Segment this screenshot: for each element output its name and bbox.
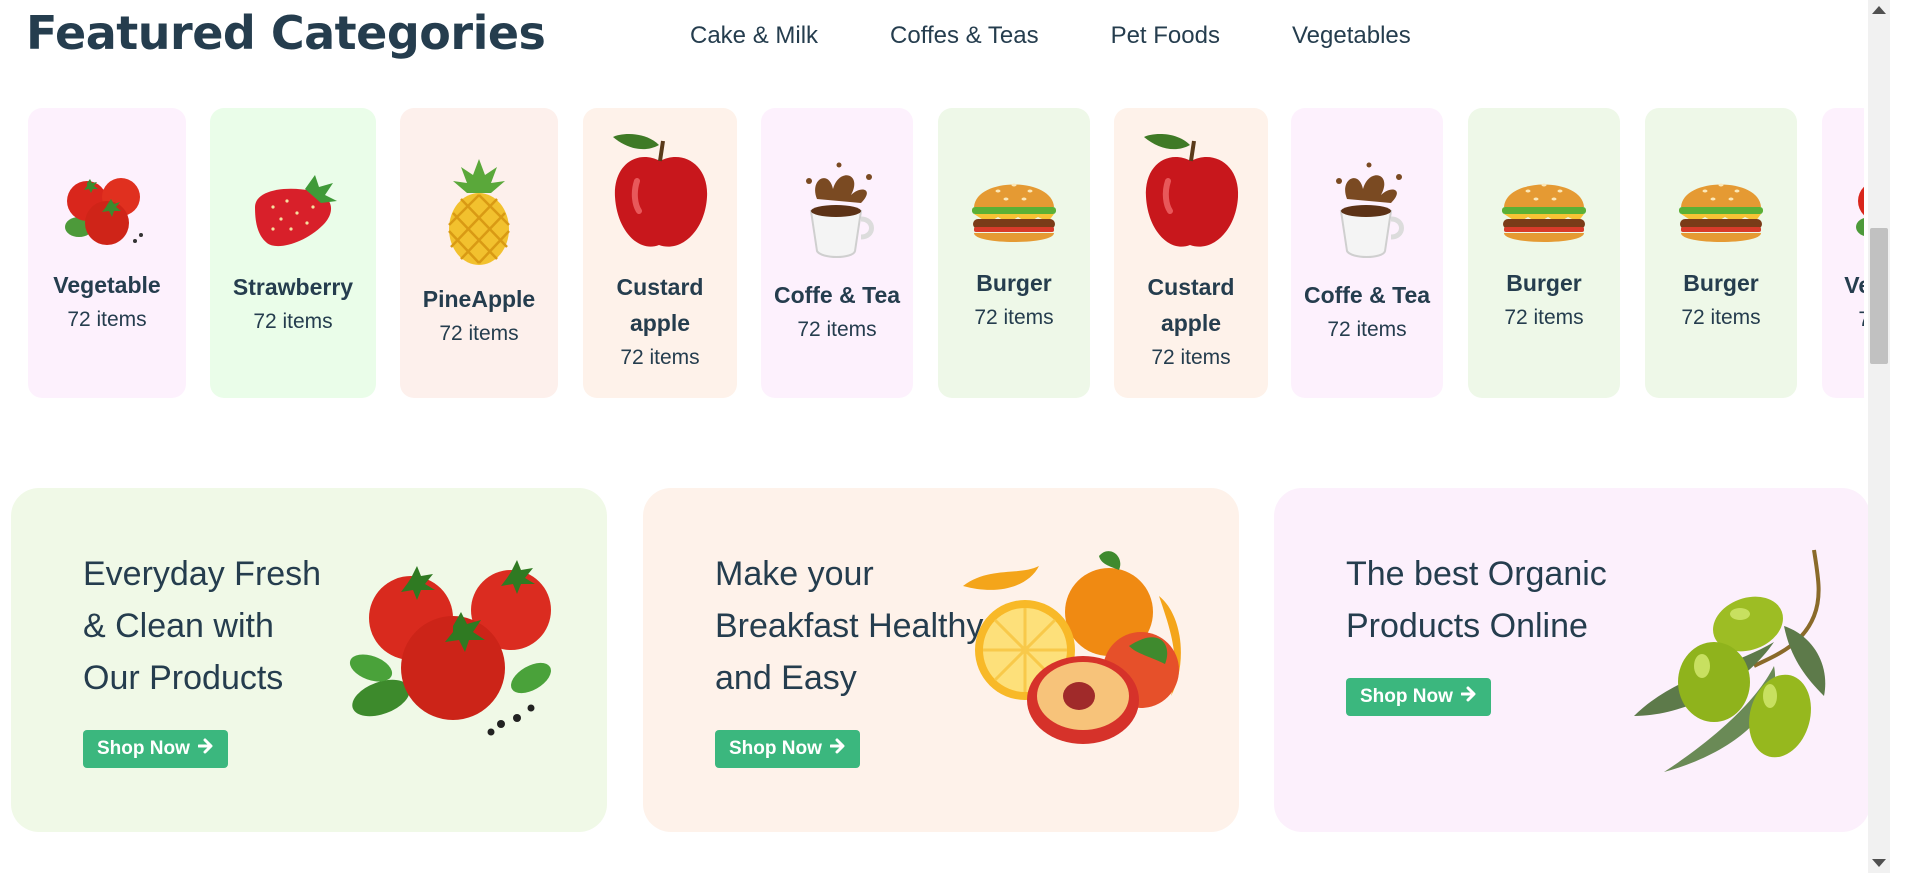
category-card[interactable]: Custard apple 72 items bbox=[1114, 108, 1268, 398]
banner-title-line: The best Organic bbox=[1346, 555, 1607, 593]
banner-title-line: Our Products bbox=[83, 659, 284, 697]
category-card[interactable]: Burger 72 items bbox=[938, 108, 1090, 398]
tab-pet-foods[interactable]: Pet Foods bbox=[1111, 22, 1220, 50]
banner-title: Everyday Fresh & Clean with Our Products bbox=[83, 548, 321, 704]
banner-title-line: Products Online bbox=[1346, 607, 1588, 645]
category-name[interactable]: Strawberry bbox=[233, 269, 353, 305]
arrow-right-icon bbox=[1460, 686, 1477, 708]
category-card[interactable]: Coffe & Tea 72 items bbox=[1291, 108, 1443, 398]
category-card[interactable]: Coffe & Tea 72 items bbox=[761, 108, 913, 398]
shop-now-label: Shop Now bbox=[97, 738, 190, 759]
category-count: 72 items bbox=[797, 318, 877, 341]
category-name[interactable]: PineApple bbox=[423, 281, 535, 317]
shop-now-button[interactable]: Shop Now bbox=[1346, 678, 1491, 716]
coffee-cup-icon bbox=[789, 159, 885, 263]
category-count: 72 items bbox=[439, 322, 519, 345]
section-title: Featured Categories bbox=[26, 6, 546, 60]
category-count: 72 items bbox=[620, 346, 700, 369]
promo-banner: The best Organic Products Online Shop Now bbox=[1274, 488, 1870, 832]
promo-banner: Everyday Fresh & Clean with Our Products Sh… bbox=[11, 488, 607, 832]
category-name[interactable]: Burger bbox=[976, 265, 1051, 301]
scrollbar-thumb[interactable] bbox=[1870, 228, 1888, 364]
page: Featured Categories Cake & Milk Coffes &… bbox=[0, 0, 1890, 873]
category-count: 72 items bbox=[1504, 306, 1584, 329]
tomatoes-icon bbox=[57, 169, 157, 253]
category-card[interactable]: Strawberry 72 items bbox=[210, 108, 376, 398]
tab-coffes-teas[interactable]: Coffes & Teas bbox=[890, 22, 1039, 50]
tomatoes-basil-icon bbox=[341, 548, 561, 753]
tomatoes-icon bbox=[1848, 169, 1864, 253]
apple-icon bbox=[1138, 131, 1244, 255]
category-name[interactable]: Vegetable bbox=[1844, 267, 1864, 303]
promo-banner: Make your Breakfast Healthy and Easy Shop N… bbox=[643, 488, 1239, 832]
banner-title-line: & Clean with bbox=[83, 607, 274, 645]
tab-cake-milk[interactable]: Cake & Milk bbox=[690, 22, 818, 50]
category-name[interactable]: Custard apple bbox=[593, 269, 727, 341]
arrow-right-icon bbox=[829, 738, 846, 760]
category-card[interactable]: Burger 72 items bbox=[1645, 108, 1797, 398]
category-name[interactable]: Coffe & Tea bbox=[774, 277, 900, 313]
category-count: 72 items bbox=[1151, 346, 1231, 369]
category-count: 72 items bbox=[1681, 306, 1761, 329]
banner-title: The best Organic Products Online bbox=[1346, 548, 1607, 652]
tab-vegetables[interactable]: Vegetables bbox=[1292, 22, 1411, 50]
arrow-right-icon bbox=[197, 738, 214, 760]
shop-now-button[interactable]: Shop Now bbox=[715, 730, 860, 768]
shop-now-label: Shop Now bbox=[729, 738, 822, 759]
category-name[interactable]: Burger bbox=[1506, 265, 1581, 301]
category-card[interactable]: Custard apple 72 items bbox=[583, 108, 737, 398]
banner-title-line: Everyday Fresh bbox=[83, 555, 322, 593]
category-card[interactable]: Burger 72 items bbox=[1468, 108, 1620, 398]
category-tabs: Cake & Milk Coffes & Teas Pet Foods Vege… bbox=[690, 22, 1411, 50]
banner-title: Make your Breakfast Healthy and Easy bbox=[715, 548, 983, 704]
category-card[interactable]: Vegetable 72 items bbox=[28, 108, 186, 398]
pineapple-icon bbox=[439, 155, 519, 267]
coffee-cup-icon bbox=[1319, 159, 1415, 263]
banner-title-line: Breakfast Healthy bbox=[715, 607, 984, 645]
shop-now-label: Shop Now bbox=[1360, 686, 1453, 707]
apple-icon bbox=[607, 131, 713, 255]
category-card[interactable]: Vegetable72 items bbox=[1822, 108, 1864, 398]
category-count: 72 items bbox=[253, 310, 333, 333]
category-name[interactable]: Custard apple bbox=[1124, 269, 1258, 341]
burger-icon bbox=[1498, 171, 1590, 251]
category-name[interactable]: Vegetable bbox=[53, 267, 160, 303]
scroll-down-icon[interactable] bbox=[1872, 859, 1886, 867]
banner-title-line: Make your bbox=[715, 555, 874, 593]
category-count: 72 items bbox=[67, 308, 147, 331]
burger-icon bbox=[1675, 171, 1767, 251]
shop-now-button[interactable]: Shop Now bbox=[83, 730, 228, 768]
banner-title-line: and Easy bbox=[715, 659, 857, 697]
category-count: 72 items bbox=[974, 306, 1054, 329]
category-count: 72 items bbox=[1858, 303, 1864, 337]
category-name[interactable]: Coffe & Tea bbox=[1304, 277, 1430, 313]
scroll-up-icon[interactable] bbox=[1872, 6, 1886, 14]
category-card[interactable]: PineApple 72 items bbox=[400, 108, 558, 398]
orange-peach-icon bbox=[959, 546, 1189, 751]
category-count: 72 items bbox=[1327, 318, 1407, 341]
olives-icon bbox=[1624, 546, 1834, 781]
strawberry-icon bbox=[243, 167, 343, 255]
category-name[interactable]: Burger bbox=[1683, 265, 1758, 301]
burger-icon bbox=[968, 171, 1060, 251]
scrollbar[interactable] bbox=[1868, 0, 1890, 873]
category-carousel[interactable]: Vegetable 72 items Strawberry 72 items Pin… bbox=[28, 108, 1864, 398]
